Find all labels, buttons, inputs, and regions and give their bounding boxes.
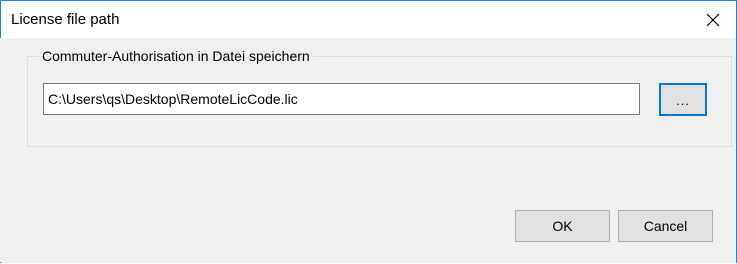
browse-button[interactable]: ...: [659, 83, 707, 116]
license-path-input[interactable]: [43, 83, 640, 115]
cancel-button[interactable]: Cancel: [618, 210, 713, 242]
title-bar[interactable]: License file path: [1, 1, 736, 39]
window-title: License file path: [11, 11, 120, 28]
close-button[interactable]: [690, 1, 736, 39]
group-label: Commuter-Authorisation in Datei speicher…: [39, 47, 313, 65]
ok-button[interactable]: OK: [515, 210, 610, 242]
close-icon: [706, 13, 720, 27]
